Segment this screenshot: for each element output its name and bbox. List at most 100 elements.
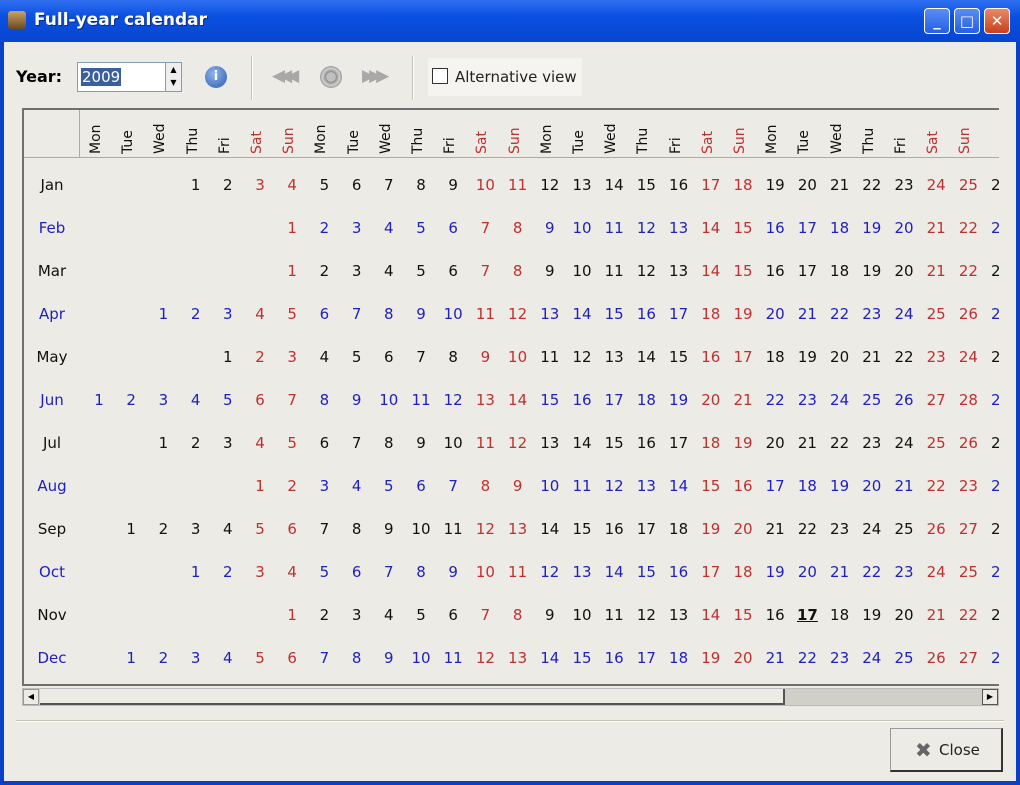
day-cell[interactable]: 28 — [985, 520, 999, 538]
day-cell[interactable]: 6 — [276, 649, 308, 667]
day-cell[interactable]: 10 — [437, 305, 469, 323]
day-cell[interactable]: 27 — [952, 520, 984, 538]
day-cell[interactable]: 8 — [502, 606, 534, 624]
day-cell[interactable]: 2 — [276, 477, 308, 495]
day-cell[interactable]: 22 — [952, 262, 984, 280]
day-cell[interactable]: 22 — [856, 563, 888, 581]
day-cell[interactable]: 14 — [663, 477, 695, 495]
day-cell[interactable]: 14 — [695, 219, 727, 237]
day-cell[interactable]: 21 — [824, 563, 856, 581]
day-cell[interactable]: 2 — [244, 348, 276, 366]
day-cell[interactable]: 27 — [920, 391, 952, 409]
day-cell[interactable]: 10 — [502, 348, 534, 366]
day-cell[interactable]: 17 — [663, 434, 695, 452]
day-cell[interactable]: 5 — [276, 305, 308, 323]
day-cell[interactable]: 17 — [791, 606, 823, 624]
day-cell[interactable]: 17 — [759, 477, 791, 495]
day-cell[interactable]: 13 — [663, 219, 695, 237]
day-cell[interactable]: 1 — [147, 434, 179, 452]
day-cell[interactable]: 9 — [373, 649, 405, 667]
day-cell[interactable]: 17 — [663, 305, 695, 323]
day-cell[interactable]: 28 — [985, 649, 999, 667]
day-cell[interactable]: 13 — [502, 520, 534, 538]
day-cell[interactable]: 9 — [341, 391, 373, 409]
day-cell[interactable]: 10 — [373, 391, 405, 409]
day-cell[interactable]: 4 — [373, 262, 405, 280]
day-cell[interactable]: 19 — [695, 520, 727, 538]
previous-year-icon[interactable]: ◀◀◀ — [272, 66, 299, 86]
day-cell[interactable]: 12 — [469, 520, 501, 538]
day-cell[interactable]: 21 — [920, 219, 952, 237]
day-cell[interactable]: 24 — [952, 348, 984, 366]
day-cell[interactable]: 25 — [888, 649, 920, 667]
scroll-left-icon[interactable]: ◀ — [23, 689, 39, 705]
day-cell[interactable]: 9 — [534, 262, 566, 280]
day-cell[interactable]: 1 — [147, 305, 179, 323]
day-cell[interactable]: 10 — [566, 219, 598, 237]
day-cell[interactable]: 18 — [630, 391, 662, 409]
day-cell[interactable]: 21 — [727, 391, 759, 409]
day-cell[interactable]: 26 — [985, 563, 999, 581]
day-cell[interactable]: 8 — [341, 649, 373, 667]
day-cell[interactable]: 18 — [695, 434, 727, 452]
day-cell[interactable]: 23 — [985, 262, 999, 280]
day-cell[interactable]: 3 — [341, 262, 373, 280]
day-cell[interactable]: 25 — [856, 391, 888, 409]
day-cell[interactable]: 19 — [856, 219, 888, 237]
day-cell[interactable]: 2 — [308, 262, 340, 280]
day-cell[interactable]: 16 — [566, 391, 598, 409]
day-cell[interactable]: 18 — [824, 262, 856, 280]
day-cell[interactable]: 9 — [534, 219, 566, 237]
day-cell[interactable]: 23 — [791, 391, 823, 409]
day-cell[interactable]: 20 — [695, 391, 727, 409]
day-cell[interactable]: 10 — [437, 434, 469, 452]
day-cell[interactable]: 15 — [598, 434, 630, 452]
day-cell[interactable]: 20 — [727, 649, 759, 667]
day-cell[interactable]: 9 — [373, 520, 405, 538]
day-cell[interactable]: 9 — [405, 434, 437, 452]
day-cell[interactable]: 11 — [598, 219, 630, 237]
day-cell[interactable]: 14 — [598, 176, 630, 194]
day-cell[interactable]: 5 — [373, 477, 405, 495]
day-cell[interactable]: 15 — [534, 391, 566, 409]
day-cell[interactable]: 21 — [759, 649, 791, 667]
day-cell[interactable]: 20 — [791, 563, 823, 581]
day-cell[interactable]: 3 — [212, 434, 244, 452]
day-cell[interactable]: 7 — [308, 649, 340, 667]
maximize-button[interactable]: □ — [954, 8, 980, 34]
day-cell[interactable]: 14 — [502, 391, 534, 409]
day-cell[interactable]: 18 — [695, 305, 727, 323]
day-cell[interactable]: 24 — [920, 176, 952, 194]
day-cell[interactable]: 25 — [985, 348, 999, 366]
day-cell[interactable]: 3 — [147, 391, 179, 409]
alternative-view-checkbox[interactable]: Alternative view — [428, 58, 582, 96]
day-cell[interactable]: 1 — [276, 219, 308, 237]
day-cell[interactable]: 20 — [759, 305, 791, 323]
day-cell[interactable]: 14 — [534, 520, 566, 538]
day-cell[interactable]: 4 — [180, 391, 212, 409]
day-cell[interactable]: 16 — [759, 262, 791, 280]
day-cell[interactable]: 14 — [566, 305, 598, 323]
day-cell[interactable]: 4 — [373, 606, 405, 624]
day-cell[interactable]: 19 — [759, 563, 791, 581]
day-cell[interactable]: 21 — [791, 305, 823, 323]
day-cell[interactable]: 10 — [469, 563, 501, 581]
day-cell[interactable]: 16 — [598, 520, 630, 538]
day-cell[interactable]: 16 — [663, 176, 695, 194]
today-icon[interactable] — [320, 66, 342, 88]
day-cell[interactable]: 14 — [695, 606, 727, 624]
day-cell[interactable]: 11 — [437, 520, 469, 538]
day-cell[interactable]: 14 — [534, 649, 566, 667]
day-cell[interactable]: 15 — [727, 606, 759, 624]
day-cell[interactable]: 5 — [405, 262, 437, 280]
day-cell[interactable]: 17 — [598, 391, 630, 409]
day-cell[interactable]: 25 — [920, 434, 952, 452]
day-cell[interactable]: 13 — [663, 262, 695, 280]
day-cell[interactable]: 8 — [341, 520, 373, 538]
day-cell[interactable]: 19 — [663, 391, 695, 409]
scroll-right-icon[interactable]: ▶ — [982, 689, 998, 705]
day-cell[interactable]: 12 — [502, 305, 534, 323]
day-cell[interactable]: 22 — [952, 219, 984, 237]
day-cell[interactable]: 8 — [373, 305, 405, 323]
day-cell[interactable]: 17 — [630, 649, 662, 667]
